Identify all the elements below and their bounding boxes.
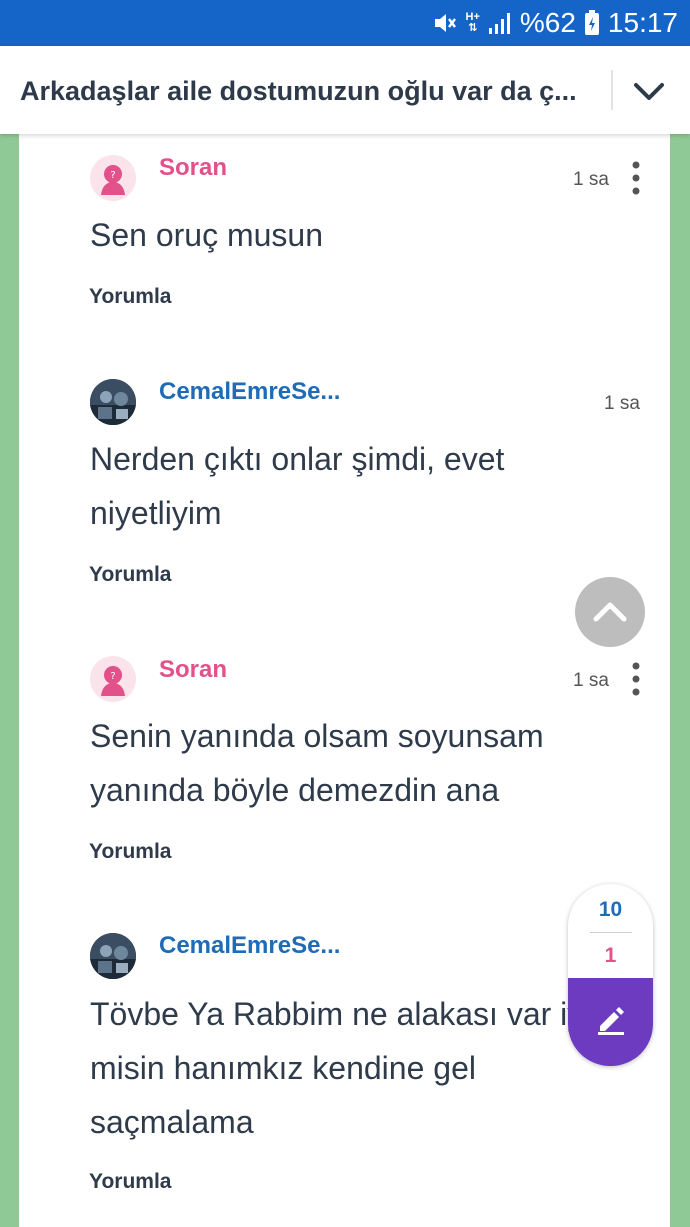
chevron-up-icon [593,602,627,622]
edit-pencil-icon [598,1007,624,1035]
mute-icon [432,10,458,36]
avatar[interactable] [90,379,136,425]
scroll-to-top-button[interactable] [575,577,645,647]
compose-button[interactable] [568,978,653,1066]
svg-text:?: ? [110,671,115,682]
anonymous-avatar-icon[interactable]: ? [90,656,136,702]
chevron-down-icon[interactable] [630,74,668,108]
reply-button[interactable]: Yorumla [89,563,171,587]
comment-line: saçmalama [90,1104,254,1140]
comment-text: Tövbe Ya Rabbim ne alakası var iyi misin… [90,987,650,1149]
comment-line: niyetliyim [90,495,222,531]
reply-button[interactable]: Yorumla [89,840,171,864]
svg-text:?: ? [110,170,115,181]
vote-divider [590,932,632,933]
battery-icon [584,10,600,36]
upvote-count[interactable]: 10 [568,898,653,922]
comment-time: 1 sa [573,169,609,190]
comment-line: Sen oruç musun [90,217,324,253]
comment-text: Nerden çıktı onlar şimdi, evet niyetliyi… [90,432,650,540]
vote-widget: 10 1 [568,884,653,1066]
reply-button[interactable]: Yorumla [89,285,171,309]
comment-time: 1 sa [573,670,609,691]
comment-username[interactable]: CemalEmreSe... [159,378,340,406]
header-divider [611,70,613,110]
network-icon: H+ ⇅ [465,11,480,34]
page-title: Arkadaşlar aile dostumuzun oğlu var da ç… [20,76,577,106]
comment-text: Sen oruç musun [90,208,650,262]
comment-username[interactable]: Soran [159,656,227,684]
downvote-count[interactable]: 1 [568,944,653,968]
comment-text: Senin yanında olsam soyunsam yanında böy… [90,709,650,817]
app-header: Arkadaşlar aile dostumuzun oğlu var da ç… [0,46,690,134]
comment-line: Tövbe Ya Rabbim ne alakası var iyi [90,996,591,1032]
comment-line: yanında böyle demezdin ana [90,772,500,808]
status-bar: H+ ⇅ %62 15:17 [0,0,690,46]
signal-icon [488,11,512,35]
clock: 15:17 [607,7,678,38]
comment-time: 1 sa [604,393,640,414]
more-vertical-icon[interactable] [628,661,644,697]
comment-line: Senin yanında olsam soyunsam [90,718,544,754]
comment-line: Nerden çıktı onlar şimdi, evet [90,441,505,477]
comment-username[interactable]: Soran [159,154,227,182]
comment-line: misin hanımkız kendine gel [90,1050,476,1086]
anonymous-avatar-icon[interactable]: ? [90,155,136,201]
avatar[interactable] [90,933,136,979]
comment-username[interactable]: CemalEmreSe... [159,932,340,960]
more-vertical-icon[interactable] [628,160,644,196]
reply-button[interactable]: Yorumla [89,1170,171,1194]
battery-level: %62 [519,7,576,38]
